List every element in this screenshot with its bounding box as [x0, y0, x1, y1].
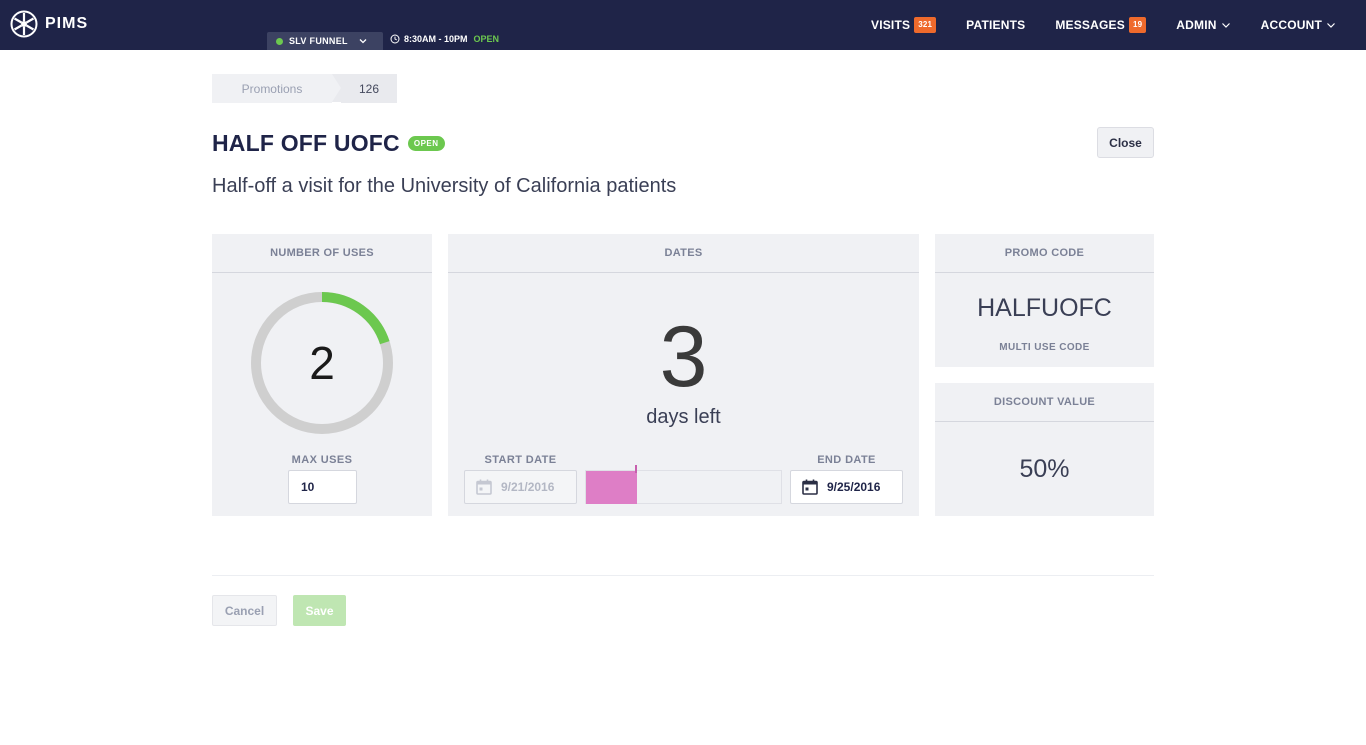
promo-code-value: HALFUOFC [977, 294, 1112, 322]
messages-count-badge: 19 [1128, 17, 1147, 33]
app-name: PIMS [45, 15, 89, 32]
promo-code-header: PROMO CODE [935, 234, 1154, 273]
uses-card-header: NUMBER OF USES [212, 234, 432, 273]
nav-patients[interactable]: PATIENTS [966, 18, 1025, 32]
start-date-field[interactable]: 9/21/2016 [464, 470, 577, 504]
promotion-description: Half-off a visit for the University of C… [212, 175, 677, 197]
visits-count-badge: 321 [914, 17, 937, 33]
dates-card: DATES 3 days left START DATE 9/21/2016 E… [448, 234, 919, 516]
start-date-label: START DATE [484, 454, 557, 466]
breadcrumb: Promotions 126 [212, 74, 397, 103]
nav-admin[interactable]: ADMIN [1176, 18, 1230, 32]
nav-patients-label: PATIENTS [966, 18, 1026, 32]
days-left-label: days left [646, 406, 721, 428]
end-date-field[interactable]: 9/25/2016 [790, 470, 903, 504]
app-logo[interactable]: PIMS [10, 10, 88, 38]
main-nav: VISITS 321 PATIENTS MESSAGES 19 ADMIN AC… [871, 0, 1336, 50]
timeline-elapsed-fill [586, 471, 637, 504]
chevron-down-icon [1221, 23, 1230, 28]
start-date-value: 9/21/2016 [501, 480, 555, 494]
pims-logo-icon [10, 10, 38, 38]
save-button[interactable]: Save [293, 595, 346, 626]
nav-messages-label: MESSAGES [1055, 18, 1125, 32]
page-title: HALF OFF UOFC [212, 130, 400, 156]
chevron-down-icon [1327, 23, 1335, 28]
page-title-row: HALF OFF UOFC OPEN [212, 130, 445, 157]
max-uses-input[interactable] [288, 470, 357, 504]
status-badge: OPEN [407, 136, 445, 151]
max-uses-label: MAX USES [291, 454, 353, 466]
close-button[interactable]: Close [1097, 127, 1154, 158]
hours-status: OPEN [473, 34, 500, 44]
uses-count: 2 [309, 337, 335, 389]
nav-admin-label: ADMIN [1176, 18, 1217, 32]
timeline-today-marker [635, 465, 637, 473]
cancel-button[interactable]: Cancel [212, 595, 277, 626]
status-dot-icon [276, 37, 283, 45]
clock-icon [390, 34, 400, 44]
breadcrumb-separator [332, 74, 341, 102]
date-progress-timeline [585, 465, 782, 504]
funnel-label: SLV FUNNEL [289, 36, 348, 46]
number-of-uses-card: NUMBER OF USES 2 MAX USES [212, 234, 432, 516]
discount-value-card: DISCOUNT VALUE 50% [935, 383, 1154, 516]
form-divider [212, 575, 1154, 576]
hours-text: 8:30AM - 10PM [404, 34, 468, 44]
nav-visits-label: VISITS [870, 18, 911, 32]
discount-value-header: DISCOUNT VALUE [935, 383, 1154, 422]
nav-visits[interactable]: VISITS 321 [870, 17, 937, 33]
business-hours: 8:30AM - 10PM OPEN [390, 34, 499, 44]
breadcrumb-current: 126 [341, 74, 397, 103]
nav-account-label: ACCOUNT [1260, 18, 1322, 32]
top-navigation-bar: PIMS SLV FUNNEL 8:30AM - 10PM OPEN VISIT… [0, 0, 1366, 50]
calendar-icon [476, 479, 492, 495]
end-date-value: 9/25/2016 [827, 480, 881, 494]
breadcrumb-promotions-link[interactable]: Promotions [212, 74, 332, 103]
days-left-count: 3 [659, 309, 708, 405]
calendar-icon [802, 479, 818, 495]
nav-account[interactable]: ACCOUNT [1261, 18, 1336, 32]
end-date-label: END DATE [817, 454, 876, 466]
discount-value: 50% [1019, 455, 1070, 483]
funnel-selector[interactable]: SLV FUNNEL [267, 32, 383, 50]
promo-code-type: MULTI USE CODE [999, 342, 1090, 353]
chevron-down-icon [359, 39, 367, 44]
nav-messages[interactable]: MESSAGES 19 [1055, 17, 1147, 33]
promo-code-card: PROMO CODE HALFUOFC MULTI USE CODE [935, 234, 1154, 367]
dates-card-header: DATES [448, 234, 919, 273]
